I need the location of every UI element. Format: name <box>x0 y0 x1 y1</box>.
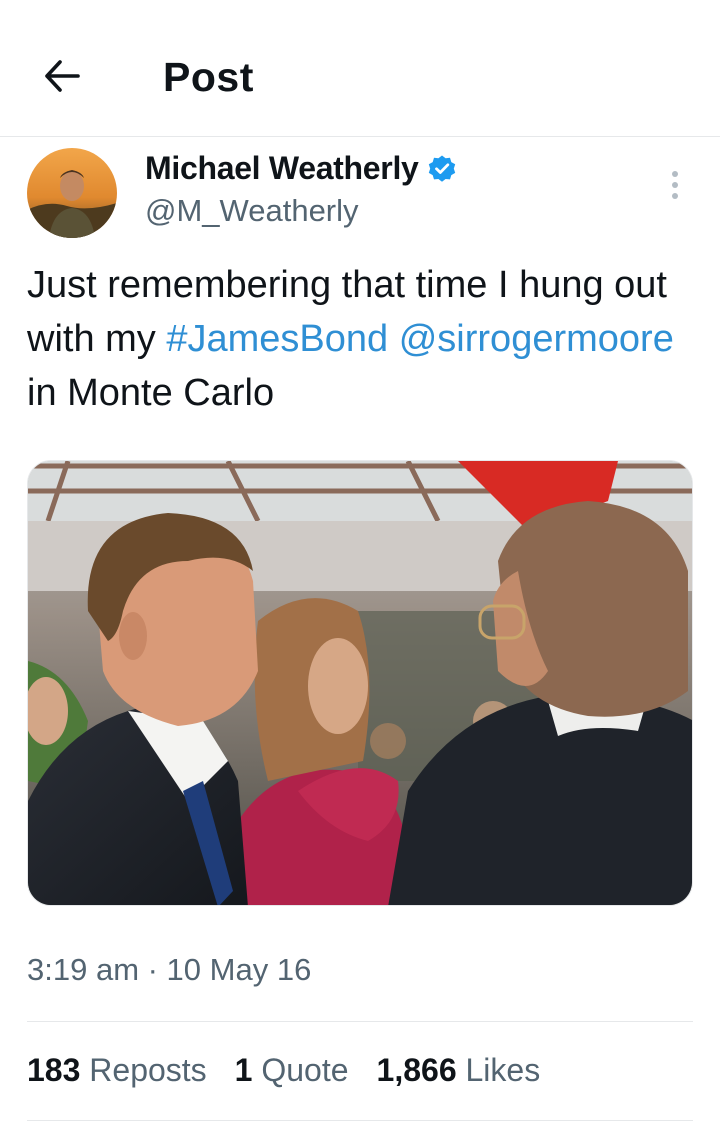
more-options-button[interactable] <box>660 165 690 205</box>
reposts-label: Reposts <box>89 1052 207 1088</box>
reposts-count: 183 <box>27 1052 81 1088</box>
page-title: Post <box>163 54 254 100</box>
post-timestamp[interactable]: 3:19 am · 10 May 16 <box>27 952 311 988</box>
tweet-media-image[interactable] <box>27 460 693 906</box>
verified-badge-icon <box>428 155 455 182</box>
quotes-label: Quote <box>261 1052 349 1088</box>
back-button[interactable] <box>38 52 86 100</box>
divider <box>27 1021 693 1022</box>
reposts-stat[interactable]: 183 Reposts <box>27 1052 207 1089</box>
author-avatar[interactable] <box>27 148 117 238</box>
avatar-image <box>27 148 117 238</box>
likes-label: Likes <box>465 1052 541 1088</box>
more-dot-icon <box>672 171 678 177</box>
engagement-stats: 183 Reposts 1 Quote 1,866 Likes <box>27 1052 540 1089</box>
likes-count: 1,866 <box>376 1052 457 1088</box>
tweet-text-space <box>388 318 399 360</box>
author-name-text: Michael Weatherly <box>145 150 419 186</box>
post-header: Post <box>0 0 720 137</box>
divider <box>27 1120 693 1121</box>
tweet-text: Just remembering that time I hung out wi… <box>27 258 687 420</box>
author-name[interactable]: Michael Weatherly <box>145 150 457 187</box>
arrow-left-icon <box>45 60 80 92</box>
hashtag-link[interactable]: #JamesBond <box>166 318 388 360</box>
quotes-count: 1 <box>234 1052 253 1088</box>
tweet-text-part: in Monte Carlo <box>27 372 275 414</box>
mention-link[interactable]: @sirrogermoore <box>399 318 674 360</box>
quotes-stat[interactable]: 1 Quote <box>235 1052 349 1089</box>
more-dot-icon <box>672 193 678 199</box>
more-dot-icon <box>672 182 678 188</box>
likes-stat[interactable]: 1,866 Likes <box>377 1052 541 1089</box>
photo-illustration <box>28 461 692 905</box>
author-handle[interactable]: @M_Weatherly <box>145 193 359 229</box>
